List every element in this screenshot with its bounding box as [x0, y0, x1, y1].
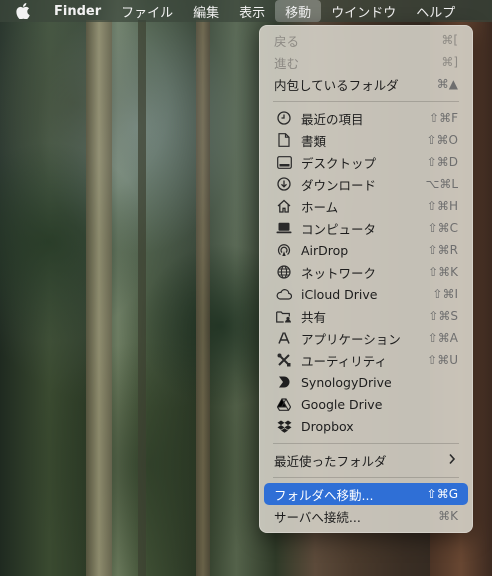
menu-item-documents[interactable]: 書類 ⇧⌘O: [264, 129, 468, 151]
menu-item-utilities[interactable]: ユーティリティ ⇧⌘U: [264, 349, 468, 371]
menu-item-downloads[interactable]: ダウンロード ⌥⌘L: [264, 173, 468, 195]
menu-item-shared[interactable]: 共有 ⇧⌘S: [264, 305, 468, 327]
menu-item-label: 進む: [274, 55, 300, 71]
menu-item-shortcut: ⇧⌘C: [427, 221, 458, 235]
menu-item-icloud-drive[interactable]: iCloud Drive ⇧⌘I: [264, 283, 468, 305]
menubar-file[interactable]: ファイル: [111, 0, 183, 22]
menu-item-label: 内包しているフォルダ: [274, 77, 399, 93]
menu-item-network[interactable]: ネットワーク ⇧⌘K: [264, 261, 468, 283]
menu-item-shortcut: ⌥⌘L: [425, 177, 458, 191]
applications-icon: [276, 330, 292, 346]
utilities-icon: [276, 352, 292, 368]
menu-item-go-to-folder[interactable]: フォルダへ移動... ⇧⌘G: [264, 483, 468, 505]
menu-bar: Finder ファイル 編集 表示 移動 ウインドウ ヘルプ: [0, 0, 492, 22]
clock-icon: [276, 110, 292, 126]
dropbox-icon: [276, 418, 292, 434]
menu-item-synologydrive[interactable]: SynologyDrive: [264, 371, 468, 393]
menu-item-airdrop[interactable]: AirDrop ⇧⌘R: [264, 239, 468, 261]
wallpaper-tree-trunk: [196, 20, 210, 576]
menu-item-google-drive[interactable]: Google Drive: [264, 393, 468, 415]
menu-separator: [273, 477, 459, 478]
menu-item-label: SynologyDrive: [301, 374, 392, 390]
shared-folder-icon: [276, 308, 292, 324]
menu-item-label: デスクトップ: [301, 155, 377, 171]
menu-item-shortcut: ⇧⌘S: [428, 309, 458, 323]
menubar-help[interactable]: ヘルプ: [406, 0, 465, 22]
laptop-icon: [276, 220, 292, 236]
menu-item-dropbox[interactable]: Dropbox: [264, 415, 468, 437]
menu-item-enclosing-folder[interactable]: 内包しているフォルダ ⌘▲: [264, 73, 468, 95]
apple-logo-icon[interactable]: [14, 0, 32, 22]
menu-item-shortcut: ⇧⌘I: [432, 287, 458, 301]
menu-item-label: Dropbox: [301, 418, 354, 434]
menu-item-label: ネットワーク: [301, 265, 377, 281]
menubar-view[interactable]: 表示: [229, 0, 275, 22]
menu-item-applications[interactable]: アプリケーション ⇧⌘A: [264, 327, 468, 349]
desktop-icon: [276, 154, 292, 170]
menu-item-shortcut: ⇧⌘H: [426, 199, 458, 213]
synology-drive-icon: [276, 374, 292, 390]
cloud-icon: [276, 286, 292, 302]
menu-item-shortcut: ⌘K: [438, 509, 458, 523]
menu-item-label: サーバへ接続...: [274, 509, 361, 525]
menu-item-shortcut: ⇧⌘K: [428, 265, 458, 279]
menu-item-label: ホーム: [301, 199, 339, 215]
menubar-edit[interactable]: 編集: [183, 0, 229, 22]
menu-item-desktop[interactable]: デスクトップ ⇧⌘D: [264, 151, 468, 173]
menu-item-label: フォルダへ移動...: [274, 487, 374, 503]
wallpaper-tree-trunk: [138, 20, 146, 576]
menu-item-shortcut: ⇧⌘F: [429, 111, 458, 125]
menu-item-shortcut: ⇧⌘A: [427, 331, 458, 345]
airdrop-icon: [276, 242, 292, 258]
menu-item-label: 書類: [301, 133, 327, 149]
menu-separator: [273, 101, 459, 102]
menubar-window[interactable]: ウインドウ: [321, 0, 406, 22]
menu-item-shortcut: ⇧⌘O: [426, 133, 459, 147]
menu-item-label: Google Drive: [301, 396, 383, 412]
menu-item-recents[interactable]: 最近の項目 ⇧⌘F: [264, 107, 468, 129]
menu-item-home[interactable]: ホーム ⇧⌘H: [264, 195, 468, 217]
menu-item-label: 最近使ったフォルダ: [274, 453, 387, 469]
document-icon: [276, 132, 292, 148]
go-menu-dropdown: 戻る ⌘[ 進む ⌘] 内包しているフォルダ ⌘▲ 最近の項目 ⇧⌘F 書類 ⇧…: [259, 25, 473, 533]
menu-item-shortcut: ⌘]: [441, 55, 458, 69]
menu-item-label: アプリケーション: [301, 331, 401, 347]
menu-item-recent-folders[interactable]: 最近使ったフォルダ: [264, 449, 468, 471]
menubar-go[interactable]: 移動: [275, 0, 322, 22]
menu-item-label: ダウンロード: [301, 177, 377, 193]
menu-separator: [273, 443, 459, 444]
menu-item-shortcut: ⇧⌘D: [426, 155, 458, 169]
menu-item-label: AirDrop: [301, 242, 349, 258]
menu-item-shortcut: ⌘▲: [436, 77, 458, 91]
menu-item-label: 共有: [301, 309, 327, 325]
google-drive-icon: [276, 396, 292, 412]
chevron-right-icon: [448, 453, 456, 468]
menu-item-shortcut: ⇧⌘U: [427, 353, 458, 367]
menu-item-label: コンピュータ: [301, 221, 377, 237]
menu-item-computer[interactable]: コンピュータ ⇧⌘C: [264, 217, 468, 239]
wallpaper-tree-trunk: [86, 20, 112, 576]
menu-item-shortcut: ⌘[: [441, 33, 458, 47]
menu-item-shortcut: ⇧⌘G: [426, 487, 458, 501]
menubar-finder[interactable]: Finder: [44, 0, 111, 22]
menu-item-back[interactable]: 戻る ⌘[: [264, 29, 468, 51]
home-icon: [276, 198, 292, 214]
menu-item-label: 戻る: [274, 33, 300, 49]
menu-item-forward[interactable]: 進む ⌘]: [264, 51, 468, 73]
network-globe-icon: [276, 264, 292, 280]
menu-item-label: 最近の項目: [301, 111, 364, 127]
menu-item-shortcut: ⇧⌘R: [427, 243, 458, 257]
menu-item-label: ユーティリティ: [301, 353, 388, 369]
menu-item-label: iCloud Drive: [301, 286, 378, 302]
menu-item-connect-to-server[interactable]: サーバへ接続... ⌘K: [264, 505, 468, 527]
download-icon: [276, 176, 292, 192]
